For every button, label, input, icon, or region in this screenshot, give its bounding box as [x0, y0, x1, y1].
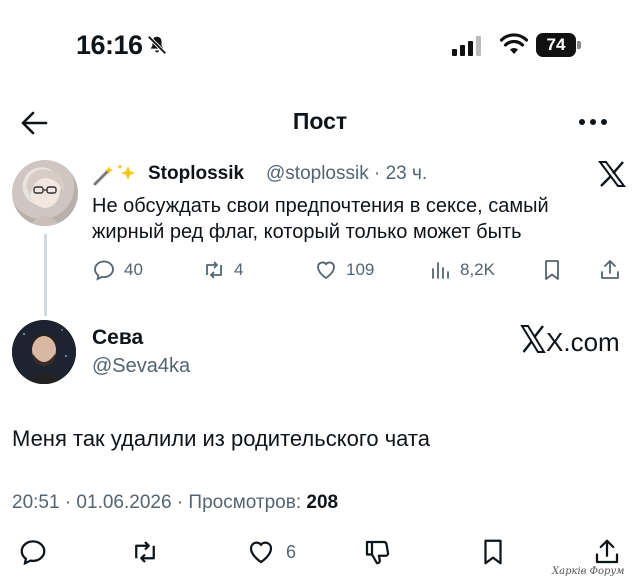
- bookmark-icon: [545, 260, 559, 280]
- battery-level: 74: [536, 33, 576, 57]
- views-icon: [432, 262, 449, 279]
- tweet-meta-prefix: 20:51 · 01.06.2026 · Просмотров:: [12, 492, 307, 513]
- share-icon: [595, 539, 619, 564]
- author-name[interactable]: Сева: [92, 326, 143, 350]
- reply-count: 40: [124, 260, 143, 279]
- quoted-author-name[interactable]: Stoplossik: [148, 163, 244, 185]
- retweet-icon: [206, 261, 222, 279]
- main-action-bar: 6: [12, 536, 632, 568]
- avatar-stoplossik[interactable]: [12, 160, 78, 226]
- quoted-action-bar: 40 4 109 8,2K: [92, 256, 622, 284]
- brand-text: X.com: [546, 327, 620, 356]
- more-icon[interactable]: [576, 112, 610, 132]
- page-title: Пост: [292, 108, 348, 134]
- thread-line: [44, 234, 47, 316]
- like-icon: [249, 541, 273, 564]
- like-icon: [317, 261, 335, 280]
- tweet-views: 208: [306, 492, 339, 513]
- retweet-icon: [135, 541, 155, 563]
- author-handle[interactable]: @Seva4ka: [92, 355, 190, 378]
- retweet-count: 4: [234, 260, 244, 279]
- tweet-text: Меня так удалили из родительского чата: [12, 426, 430, 451]
- tweet-meta: 20:51 · 01.06.2026 · Просмотров: 208: [12, 492, 338, 514]
- quoted-tweet-text: Не обсуждать свои предпочтения в сексе, …: [92, 195, 549, 243]
- battery-icon: 74: [536, 33, 582, 57]
- reply-icon: [94, 260, 114, 281]
- bookmark-button[interactable]: [540, 256, 564, 284]
- x-logo-icon: [598, 161, 626, 187]
- views-button[interactable]: 8,2K: [428, 256, 495, 284]
- share-button[interactable]: [598, 256, 622, 284]
- bookmark-icon: [484, 539, 502, 565]
- quoted-time: · 23 ч.: [374, 163, 428, 184]
- x-com-logo: X.com: [520, 325, 620, 356]
- signal-icon: [452, 36, 481, 56]
- dislike-icon: [365, 540, 390, 565]
- main-reply-button[interactable]: [18, 536, 48, 568]
- main-like-count: 6: [286, 541, 297, 562]
- avatar-seva[interactable]: [12, 320, 76, 384]
- watermark: Харків Форум: [552, 566, 625, 577]
- status-time: 16:16: [76, 30, 143, 60]
- magic-wand-sparkles-icon: [93, 164, 135, 186]
- quoted-author-handle[interactable]: @stoplossik · 23 ч.: [266, 163, 427, 185]
- main-bookmark-button[interactable]: [478, 536, 508, 568]
- bell-off-icon: [147, 35, 167, 55]
- share-icon: [601, 260, 619, 279]
- main-share-button[interactable]: [592, 536, 622, 568]
- quoted-handle-text: @stoplossik: [266, 163, 369, 184]
- main-retweet-button[interactable]: [130, 536, 160, 568]
- like-count: 109: [346, 260, 375, 279]
- retweet-button[interactable]: 4: [202, 256, 243, 284]
- dislike-button[interactable]: [362, 536, 392, 568]
- wifi-icon: [500, 33, 528, 54]
- reply-icon: [20, 540, 46, 566]
- reply-button[interactable]: 40: [92, 256, 143, 284]
- main-like-button[interactable]: 6: [246, 536, 296, 568]
- like-button[interactable]: 109: [314, 256, 374, 284]
- views-count: 8,2K: [460, 260, 495, 279]
